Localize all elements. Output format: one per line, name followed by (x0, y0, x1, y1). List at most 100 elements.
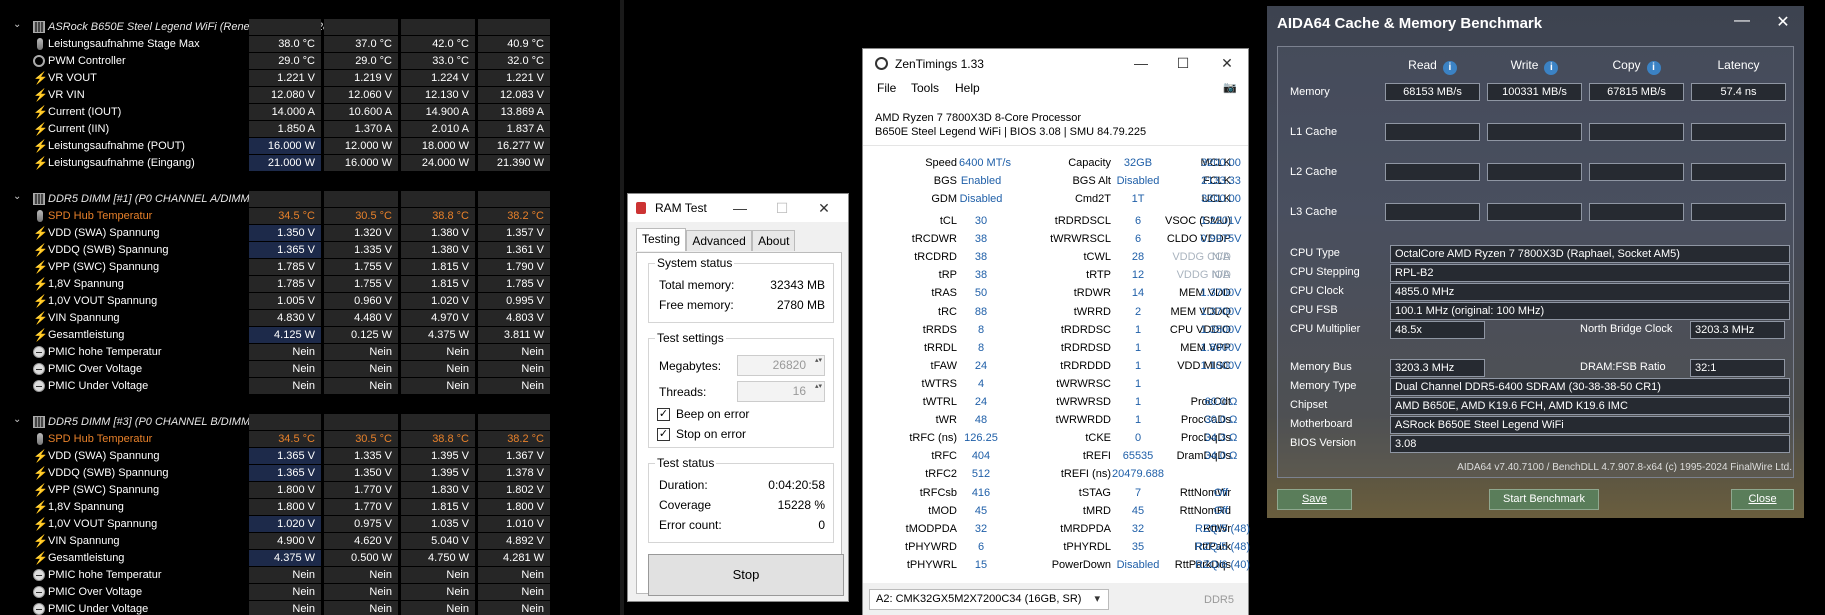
sensor-row[interactable]: ⚡ VDDQ (SWB) Spannung 1.365 V 1.335 V 1.380 … (0, 242, 552, 259)
sensor-row[interactable]: ⚡ Gesamtleistung 4.125 W 0.125 W 4.375 W 3.81… (0, 327, 552, 344)
megabytes-stepper[interactable]: 26820 (737, 355, 825, 376)
stop-button[interactable]: Stop (648, 554, 844, 596)
menu-help[interactable]: Help (955, 81, 980, 95)
sensor-row[interactable]: ⚡ VPP (SWC) Spannung 1.785 V 1.755 V 1.815 V… (0, 259, 552, 276)
sensor-group-header[interactable]: ⌄ ASRock B650E Steel Legend WiFi (Renesas… (0, 19, 552, 36)
sensor-row[interactable]: SPD Hub Temperatur 34.5 °C 30.5 °C 38.8 °C 3… (0, 208, 552, 225)
sensor-value: 1.020 V (401, 293, 475, 309)
sensor-group-header[interactable]: ⌄ DDR5 DIMM [#3] (P0 CHANNEL B/DIMM 1) (0, 414, 552, 431)
timing-label: BGS Alt (1072, 175, 1111, 187)
sensor-row[interactable]: ⚡ VDD (SWA) Spannung 1.365 V 1.335 V 1.395 V… (0, 448, 552, 465)
zentimings-titlebar[interactable]: ZenTimings 1.33 — ☐ ✕ (863, 49, 1248, 77)
sensor-row[interactable]: ⚡ VDDQ (SWB) Spannung 1.365 V 1.350 V 1.395 … (0, 465, 552, 482)
sensor-row[interactable]: ⚡ Gesamtleistung 4.375 W 0.500 W 4.750 W 4.28… (0, 550, 552, 567)
info-icon[interactable]: i (1442, 61, 1457, 75)
sensor-row[interactable]: PMIC hohe Temperatur Nein Nein Nein Nein (0, 344, 552, 361)
screenshot-icon[interactable]: 📷 (1223, 81, 1237, 94)
timing-value: 38 (974, 269, 988, 282)
sensor-name: Gesamtleistung (48, 552, 125, 564)
timing-label: tRTP (1086, 269, 1111, 282)
sensor-row[interactable]: ⚡ VIN Spannung 4.900 V 4.620 V 5.040 V 4.892 … (0, 533, 552, 550)
maximize-button[interactable]: ☐ (1169, 53, 1197, 73)
sensor-row[interactable]: PMIC Under Voltage Nein Nein Nein Nein (0, 378, 552, 395)
sensor-name: PWM Controller (48, 55, 126, 67)
cpu-type-value: OctalCore AMD Ryzen 7 7800X3D (Raphael, … (1390, 245, 1790, 263)
bolt-icon: ⚡ (33, 551, 48, 565)
sensor-row[interactable]: ⚡ VPP (SWC) Spannung 1.800 V 1.770 V 1.830 V… (0, 482, 552, 499)
sensor-row[interactable]: PMIC Over Voltage Nein Nein Nein Nein (0, 584, 552, 601)
sensor-row[interactable]: ⚡ Current (IOUT) 14.000 A 10.600 A 14.900 A1… (0, 104, 552, 121)
sensor-value: 1.378 V (478, 465, 550, 481)
timing-value: 1.2201V (1200, 215, 1242, 227)
group-title: DDR5 DIMM [#1] (P0 CHANNEL A/DIMM 1) (48, 193, 263, 205)
collapse-icon[interactable]: ⌄ (13, 191, 27, 202)
group-title: DDR5 DIMM [#3] (P0 CHANNEL B/DIMM 1) (48, 416, 263, 428)
start-benchmark-button[interactable]: Start Benchmark (1489, 489, 1599, 510)
minimize-button[interactable]: — (1127, 53, 1155, 73)
close-button[interactable]: ✕ (1771, 12, 1795, 32)
minimize-button[interactable]: — (1730, 12, 1754, 30)
sensor-value: 1.380 V (401, 242, 475, 258)
dimm-select[interactable]: A2: CMK32GX5M2X7200C34 (16GB, SR) (869, 589, 1109, 610)
minimize-button[interactable]: — (726, 198, 754, 218)
timing-value: 1.3500V (1200, 323, 1242, 336)
sensor-row[interactable]: ⚡ 1,0V VOUT Spannung 1.005 V 0.960 V 1.020 V… (0, 293, 552, 310)
menu-file[interactable]: File (877, 81, 896, 95)
threads-stepper[interactable]: 16 (737, 381, 825, 402)
sensor-row[interactable]: PMIC Under Voltage Nein Nein Nein Nein (0, 601, 552, 615)
result-field (1487, 123, 1582, 141)
membus-value: 3203.3 MHz (1390, 359, 1485, 377)
bolt-icon: ⚡ (33, 277, 48, 291)
maximize-button[interactable]: ☐ (768, 198, 796, 218)
result-field (1487, 203, 1582, 221)
info-icon[interactable]: i (1544, 61, 1559, 75)
sensor-row[interactable]: ⚡ VDD (SWA) Spannung 1.350 V 1.320 V 1.380 V… (0, 225, 552, 242)
sensor-value: 38.0 °C (249, 36, 321, 52)
close-dialog-button[interactable]: Close (1731, 489, 1794, 510)
timing-value: 1T (1131, 193, 1145, 205)
sensor-value: 0.960 V (324, 293, 398, 309)
menu-tools[interactable]: Tools (911, 81, 939, 95)
sensor-value: 1.020 V (249, 516, 321, 532)
sensor-name: VIN Spannung (48, 312, 120, 324)
sensor-row[interactable]: ⚡ Leistungsaufnahme (POUT) 16.000 W 12.000 … (0, 138, 552, 155)
tab-advanced[interactable]: Advanced (686, 230, 752, 251)
sensor-row[interactable]: ⚡ VIN Spannung 4.830 V 4.480 V 4.970 V 4.803 … (0, 310, 552, 327)
collapse-icon[interactable]: ⌄ (13, 414, 27, 425)
timing-label: tRDRDSD (1060, 341, 1111, 354)
circle-icon (33, 586, 45, 598)
sensor-row[interactable]: ⚡ 1,0V VOUT Spannung 1.020 V 0.975 V 1.035 V… (0, 516, 552, 533)
sensor-row[interactable]: Leistungsaufnahme Stage Max 38.0 °C 37.0 °… (0, 36, 552, 53)
timing-value: 126.25 (964, 432, 998, 445)
bolt-icon: ⚡ (33, 534, 48, 548)
info-icon[interactable]: i (1646, 61, 1661, 75)
sensor-value: 1.224 V (401, 70, 475, 86)
close-button[interactable]: ✕ (1213, 53, 1241, 73)
sensor-row[interactable]: ⚡ VR VOUT 1.221 V 1.219 V 1.224 V 1.221 V (0, 70, 552, 87)
coverage-label: Coverage (659, 498, 712, 512)
close-button[interactable]: ✕ (810, 198, 838, 218)
sensor-value: 30.5 °C (324, 208, 398, 224)
sensor-row[interactable]: PWM Controller 29.0 °C 29.0 °C 33.0 °C 32.0 … (0, 53, 552, 70)
collapse-icon[interactable]: ⌄ (13, 19, 27, 30)
sensor-value: Nein (401, 378, 475, 394)
ramtest-titlebar[interactable]: RAM Test — ☐ ✕ (628, 194, 848, 222)
sensor-row[interactable]: PMIC hohe Temperatur Nein Nein Nein Nein (0, 567, 552, 584)
save-button[interactable]: Save (1277, 489, 1352, 510)
sensor-group-header[interactable]: ⌄ DDR5 DIMM [#1] (P0 CHANNEL A/DIMM 1) (0, 191, 552, 208)
column-header-latency: Latency (1691, 58, 1786, 72)
tab-about[interactable]: About (752, 230, 796, 251)
sensor-row[interactable]: ⚡ VR VIN 12.080 V 12.060 V 12.130 V 12.083 V (0, 87, 552, 104)
tab-testing[interactable]: Testing (636, 228, 687, 251)
timing-value: 1 (1134, 323, 1142, 336)
sensor-row[interactable]: SPD Hub Temperatur 34.5 °C 30.5 °C 38.8 °C 3… (0, 431, 552, 448)
sensor-row[interactable]: PMIC Over Voltage Nein Nein Nein Nein (0, 361, 552, 378)
sensor-name: PMIC Over Voltage (48, 363, 143, 375)
sensor-row[interactable]: ⚡ 1,8V Spannung 1.785 V 1.755 V 1.815 V 1.785… (0, 276, 552, 293)
sensor-row[interactable]: ⚡ Current (IIN) 1.850 A 1.370 A 2.010 A 1.837… (0, 121, 552, 138)
timing-label: tRRDL (923, 341, 957, 354)
timing-label: PowerDown (1051, 558, 1111, 571)
sensor-row[interactable]: ⚡ 1,8V Spannung 1.800 V 1.770 V 1.815 V 1.800… (0, 499, 552, 516)
error-count-label: Error count: (659, 518, 722, 532)
sensor-row[interactable]: ⚡ Leistungsaufnahme (Eingang) 21.000 W 16.0… (0, 155, 552, 172)
